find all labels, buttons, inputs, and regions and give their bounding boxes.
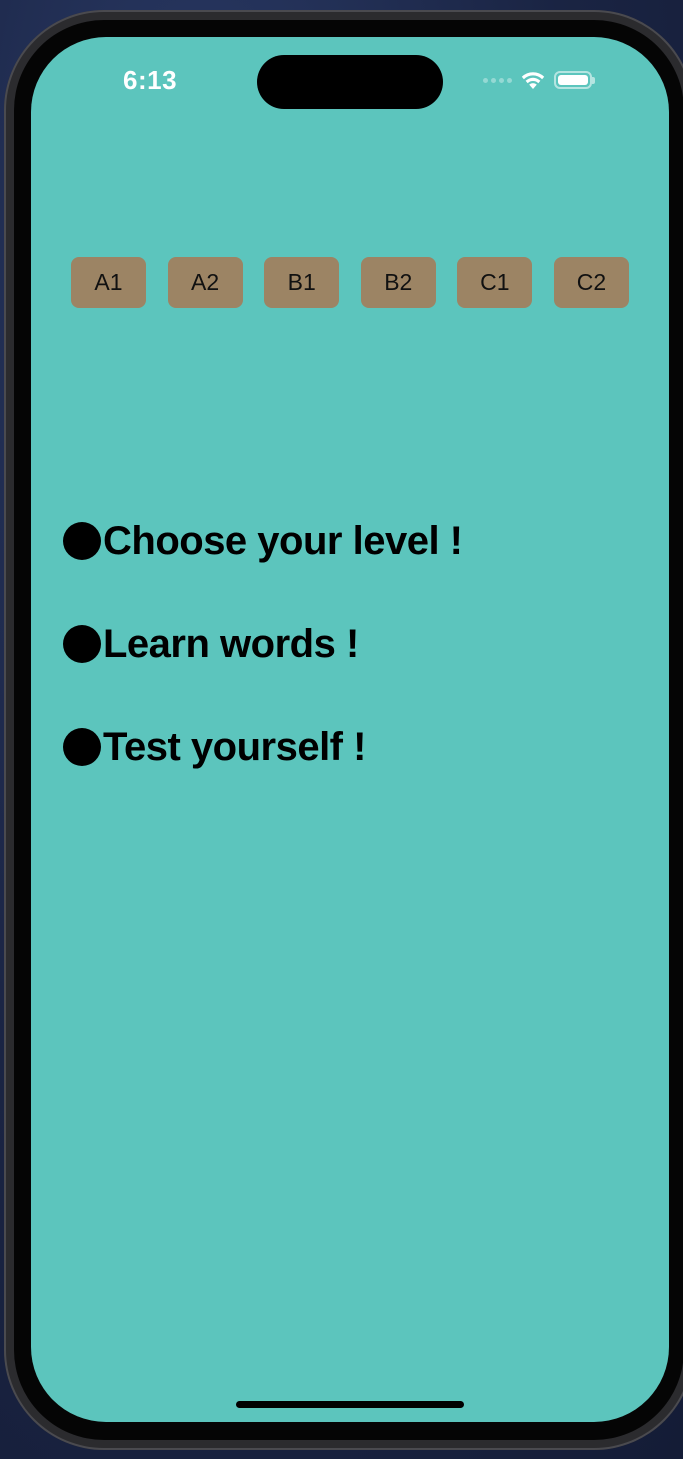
app-screen: 6:13 A1 A2 B1 B2 C1 C2 Choose your level…: [31, 37, 669, 1422]
bullet-dot-icon: [63, 728, 101, 766]
instruction-item: Test yourself !: [63, 721, 462, 773]
home-indicator[interactable]: [236, 1401, 464, 1408]
wifi-icon: [521, 72, 545, 89]
status-time: 6:13: [123, 65, 178, 95]
instruction-text: Test yourself !: [103, 724, 366, 769]
instruction-item: Choose your level !: [63, 515, 463, 567]
level-button-a1[interactable]: A1: [71, 257, 146, 308]
instruction-item: Learn words !: [63, 618, 462, 670]
instruction-text: Learn words !: [103, 621, 359, 666]
level-button-b2[interactable]: B2: [360, 257, 436, 308]
level-button-c2[interactable]: C2: [553, 257, 629, 308]
cellular-signal-icon: [483, 77, 512, 83]
level-button-a2[interactable]: A2: [167, 257, 243, 308]
instructions-list: Choose your level ! Learn words ! Test y…: [63, 515, 463, 824]
instruction-text: Choose your level !: [103, 518, 463, 563]
status-icons: [483, 67, 595, 93]
bullet-dot-icon: [63, 522, 101, 560]
level-selector: A1 A2 B1 B2 C1 C2: [71, 257, 629, 308]
battery-icon: [554, 71, 595, 89]
bullet-dot-icon: [63, 625, 101, 663]
level-button-b1[interactable]: B1: [264, 257, 340, 308]
dynamic-island: [257, 55, 443, 109]
level-button-c1[interactable]: C1: [457, 257, 533, 308]
